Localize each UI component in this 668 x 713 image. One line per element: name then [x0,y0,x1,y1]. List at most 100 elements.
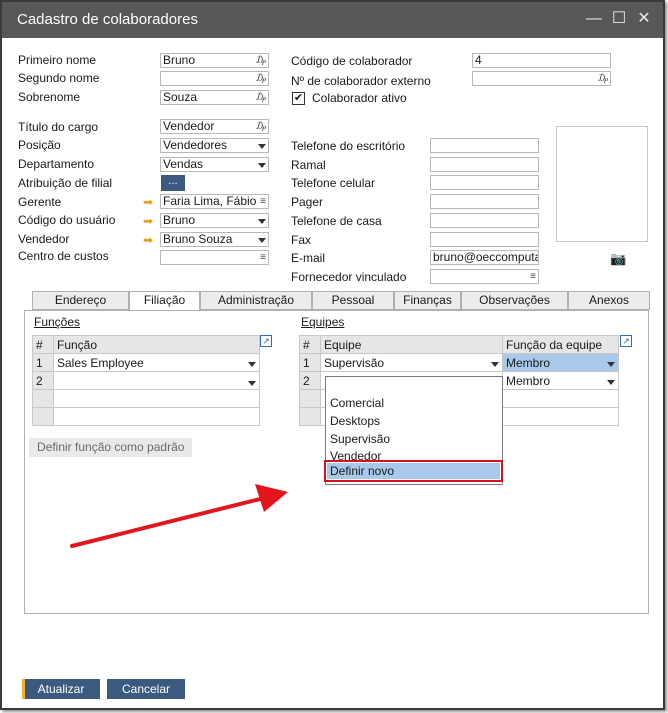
tab-financas[interactable]: Finanças [394,291,461,310]
sobrenome-value: Souza [163,90,198,104]
chevron-down-icon[interactable] [248,361,256,367]
update-button[interactable]: Atualizar [22,679,100,699]
chevron-down-icon[interactable] [491,361,499,367]
link-arrow-icon[interactable]: ➡ [143,215,153,228]
row-number [32,389,54,408]
dropdown-option-desktops[interactable]: Desktops [330,414,380,428]
segundo-nome-field[interactable]: ₯ [160,71,269,86]
codigo-usuario-select[interactable]: ➡ Bruno [143,213,269,228]
label-fax: Fax [291,233,312,247]
centro-custos-field[interactable]: ≡ [160,250,269,265]
table-cell[interactable] [502,389,619,408]
cancel-button[interactable]: Cancelar [107,679,185,699]
expand-icon[interactable]: ↗ [620,335,632,347]
gerente-field[interactable]: ➡ Faria Lima, Fábio ≡ [143,194,269,209]
tab-observacoes[interactable]: Observações [461,291,568,310]
funcao-equipe-cell[interactable]: Membro [502,371,619,390]
tab-pessoal[interactable]: Pessoal [312,291,394,310]
dropdown-option-supervisao[interactable]: Supervisão [330,432,390,446]
telefone-celular-field[interactable] [430,175,539,190]
table-cell[interactable] [53,407,260,426]
sobrenome-field[interactable]: Souza ₯ [160,90,269,105]
row-number: 2 [32,371,54,390]
label-codigo-usuario: Código do usuário [18,213,116,227]
branch-assignment-button[interactable]: ... [161,175,185,191]
table-header-row: # Função [32,335,260,354]
table-cell[interactable]: Sales Employee [53,353,260,372]
equipe-cell[interactable]: Supervisão [320,353,503,372]
tab-endereco[interactable]: Endereço [32,291,129,310]
list-icon[interactable]: ≡ [260,251,266,264]
titulo-cargo-field[interactable]: Vendedor ₯ [160,119,269,134]
table-cell[interactable] [502,407,619,426]
column-header[interactable]: Função da equipe [502,335,619,354]
chevron-down-icon[interactable] [248,381,256,386]
telefone-casa-field[interactable] [430,213,539,228]
update-button-label: Atualizar [37,682,85,696]
table-row[interactable]: 1 Sales Employee [32,353,260,372]
label-segundo-nome: Segundo nome [18,71,100,85]
telefone-escritorio-field[interactable] [430,138,539,153]
codigo-colaborador-field[interactable]: 4 [472,53,611,68]
tab-administracao[interactable]: Administração [200,291,312,310]
employee-photo[interactable] [556,126,648,242]
tab-filiacao[interactable]: Filiação [129,291,200,311]
translate-icon[interactable]: ₯ [256,120,266,133]
list-icon[interactable]: ≡ [530,270,536,283]
translate-icon[interactable]: ₯ [256,54,266,67]
minimize-button[interactable]: — [585,10,603,28]
label-codigo-colaborador: Código de colaborador [291,54,413,68]
table-row[interactable]: 1 Supervisão Membro [299,353,619,372]
title-bar: Cadastro de colaboradores — ☐ ✕ [2,2,663,38]
primeiro-nome-field[interactable]: Bruno ₯ [160,53,269,68]
email-field[interactable]: bruno@oeccomputa [430,250,539,265]
table-row[interactable] [32,389,260,408]
annotation-arrow [70,484,288,548]
fornecedor-vinculado-field[interactable]: ≡ [430,269,539,284]
ramal-field[interactable] [430,157,539,172]
column-header[interactable]: Equipe [320,335,503,354]
tab-anexos[interactable]: Anexos [568,291,650,310]
camera-icon[interactable]: 📷 [610,251,626,267]
vendedor-select[interactable]: ➡ Bruno Souza [143,232,269,247]
table-row[interactable]: 2 [32,371,260,390]
colaborador-ativo-checkbox[interactable]: ✔ [292,92,305,105]
row-number [32,407,54,426]
chevron-down-icon[interactable] [607,361,615,367]
close-button[interactable]: ✕ [635,10,653,28]
codigo-usuario-value: Bruno [163,213,196,227]
departamento-select[interactable]: Vendas [160,157,269,172]
funcao-equipe-cell[interactable]: Membro [502,353,619,372]
dropdown-option-comercial[interactable]: Comercial [330,396,384,410]
column-header[interactable]: Função [53,335,260,354]
translate-icon[interactable]: ₯ [256,72,266,85]
chevron-down-icon[interactable] [607,379,615,385]
label-email: E-mail [291,251,326,265]
window-title: Cadastro de colaboradores [17,11,198,28]
pager-field[interactable] [430,194,539,209]
cell-value: Membro [506,355,551,370]
column-header: # [299,335,321,354]
employee-master-window: Cadastro de colaboradores — ☐ ✕ Primeiro… [0,0,665,710]
translate-icon[interactable]: ₯ [256,91,266,104]
annotation-arrow-head [255,484,288,512]
link-arrow-icon[interactable]: ➡ [143,196,153,209]
label-centro-custos: Centro de custos [18,249,109,263]
expand-icon[interactable]: ↗ [260,335,272,347]
posicao-select[interactable]: Vendedores [160,138,269,153]
list-icon[interactable]: ≡ [260,195,266,208]
label-posicao: Posição [18,138,61,152]
table-cell[interactable] [53,371,260,390]
table-cell[interactable] [53,389,260,408]
label-telefone-casa: Telefone de casa [291,214,382,228]
link-arrow-icon[interactable]: ➡ [143,234,153,247]
table-row[interactable] [32,407,260,426]
maximize-button[interactable]: ☐ [610,10,628,28]
dropdown-option-define-new[interactable]: Definir novo [327,463,500,479]
set-default-role-button[interactable]: Definir função como padrão [29,438,193,457]
chevron-down-icon [258,163,266,168]
label-fornecedor-vinculado: Fornecedor vinculado [291,270,407,284]
numero-externo-field[interactable]: ₯ [472,71,611,86]
translate-icon[interactable]: ₯ [598,72,608,85]
fax-field[interactable] [430,232,539,247]
